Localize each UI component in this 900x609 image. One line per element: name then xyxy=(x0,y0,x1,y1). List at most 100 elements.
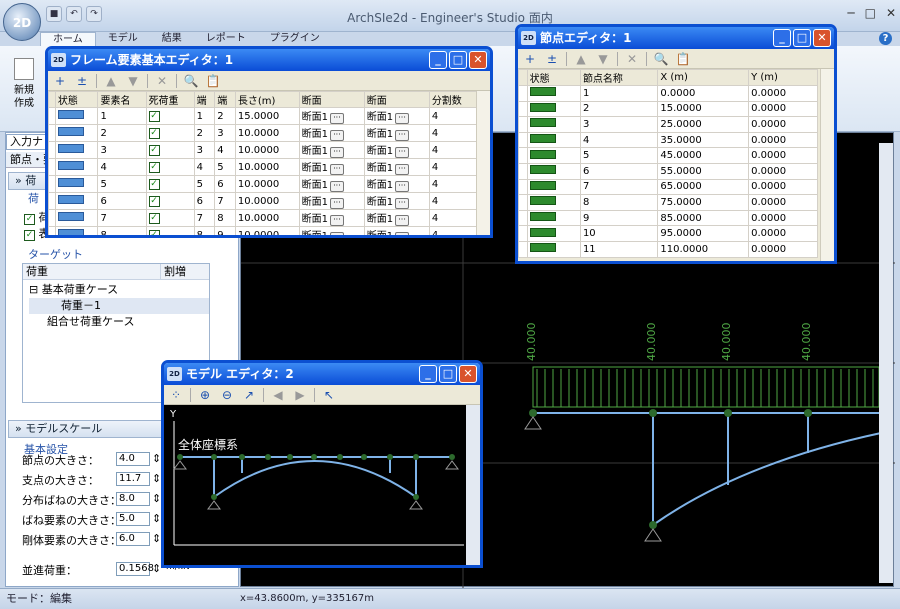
row-header[interactable] xyxy=(48,141,56,159)
end-j-cell[interactable]: 2 xyxy=(214,107,236,125)
division-cell[interactable]: 4 xyxy=(428,141,479,159)
row-header[interactable] xyxy=(518,85,528,102)
y-cell[interactable]: 0.0000 xyxy=(748,240,818,258)
paste-icon[interactable]: 📋 xyxy=(205,74,221,88)
end-i-cell[interactable]: 3 xyxy=(193,141,216,159)
spinner-icon[interactable]: ⇕ xyxy=(152,512,161,525)
section-cell[interactable]: 断面1··· xyxy=(363,124,430,142)
back-icon[interactable]: ◀ xyxy=(270,388,286,402)
close-icon[interactable]: ✕ xyxy=(886,6,896,20)
column-header[interactable]: Y (m) xyxy=(748,69,818,86)
row-header[interactable] xyxy=(518,147,528,164)
node-name-cell[interactable]: 11 xyxy=(579,240,659,258)
frame-editor-window[interactable]: 2D フレーム要素基本エディタ：1 _ □ ✕ + ± ▲ ▼ ✕ 🔍 📋 状態 要素名 死荷重… xyxy=(45,46,493,238)
checkbox-icon[interactable]: ✓ xyxy=(148,145,160,156)
end-i-cell[interactable]: 6 xyxy=(193,192,216,210)
x-cell[interactable]: 65.0000 xyxy=(657,178,750,196)
division-cell[interactable]: 4 xyxy=(428,192,479,210)
move-down-icon[interactable]: ▼ xyxy=(595,52,611,66)
add-icon[interactable]: + xyxy=(52,74,68,88)
element-name-cell[interactable]: 7 xyxy=(97,209,147,227)
node-name-cell[interactable]: 6 xyxy=(579,162,659,180)
browse-icon[interactable]: ··· xyxy=(395,215,410,226)
end-i-cell[interactable]: 4 xyxy=(193,158,216,176)
select-icon[interactable]: ⁘ xyxy=(168,388,184,402)
browse-icon[interactable]: ··· xyxy=(395,130,410,141)
scale-field-input[interactable]: 5.0 xyxy=(116,512,150,526)
section-cell[interactable]: 断面1··· xyxy=(298,175,365,193)
minimize-icon[interactable]: _ xyxy=(429,51,447,69)
section-cell[interactable]: 断面1··· xyxy=(363,107,430,125)
forward-icon[interactable]: ▶ xyxy=(292,388,308,402)
section-cell[interactable]: 断面1··· xyxy=(363,226,430,235)
browse-icon[interactable]: ··· xyxy=(329,130,344,141)
minimize-icon[interactable]: ─ xyxy=(847,6,854,20)
checkbox-icon[interactable]: ✓ xyxy=(148,128,160,139)
node-name-cell[interactable]: 5 xyxy=(579,147,659,164)
section-cell[interactable]: 断面1··· xyxy=(298,107,365,125)
row-header[interactable] xyxy=(518,100,528,118)
checkbox-icon[interactable]: ✓ xyxy=(148,111,160,122)
table-row[interactable]: 6 55.0000 0.0000 xyxy=(518,162,818,180)
y-cell[interactable]: 0.0000 xyxy=(748,194,818,211)
row-header[interactable] xyxy=(518,194,528,211)
scale-field-input[interactable]: 0.1568 xyxy=(116,562,154,576)
table-row[interactable]: 5 45.0000 0.0000 xyxy=(518,147,818,164)
column-header[interactable]: 断面 xyxy=(363,91,430,108)
spinner-icon[interactable]: ⇕ xyxy=(152,492,161,505)
column-header[interactable]: 長さ(m) xyxy=(234,91,300,108)
division-cell[interactable]: 4 xyxy=(428,175,479,193)
tab-model[interactable]: モデル xyxy=(96,32,150,46)
move-down-icon[interactable]: ▼ xyxy=(125,74,141,88)
scale-field-input[interactable]: 6.0 xyxy=(116,532,150,546)
length-cell[interactable]: 10.0000 xyxy=(234,124,300,142)
dead-load-cell[interactable]: ✓ xyxy=(145,158,195,176)
row-header[interactable] xyxy=(48,192,56,210)
tab-plugin[interactable]: プラグイン xyxy=(258,32,332,46)
node-name-cell[interactable]: 2 xyxy=(579,100,659,118)
x-cell[interactable]: 110.0000 xyxy=(657,240,750,258)
section-cell[interactable]: 断面1··· xyxy=(363,141,430,159)
node-editor-window[interactable]: 2D 節点エディタ：1 _ □ ✕ + ± ▲ ▼ ✕ 🔍 📋 状態 節点名称 X (m) Y (… xyxy=(515,24,837,264)
section-cell[interactable]: 断面1··· xyxy=(298,209,365,227)
checkbox-icon[interactable]: ✓ xyxy=(148,213,160,224)
node-name-cell[interactable]: 7 xyxy=(579,178,659,196)
section-cell[interactable]: 断面1··· xyxy=(298,141,365,159)
end-i-cell[interactable]: 7 xyxy=(193,209,216,227)
tab-report[interactable]: レポート xyxy=(194,32,258,46)
help-icon[interactable]: ? xyxy=(879,32,892,45)
column-header[interactable]: 死荷重 xyxy=(145,91,195,108)
add-icon[interactable]: + xyxy=(522,52,538,66)
browse-icon[interactable]: ··· xyxy=(329,232,344,235)
x-cell[interactable]: 85.0000 xyxy=(657,209,750,227)
division-cell[interactable]: 4 xyxy=(428,226,479,235)
scale-field-input[interactable]: 4.0 xyxy=(116,452,150,466)
node-name-cell[interactable]: 10 xyxy=(579,225,659,242)
spinner-icon[interactable]: ⇕ xyxy=(152,532,161,545)
spinner-icon[interactable]: ⇕ xyxy=(152,452,161,465)
tree-header-load[interactable]: 荷重 xyxy=(23,264,160,279)
element-name-cell[interactable]: 3 xyxy=(97,141,147,159)
length-cell[interactable]: 10.0000 xyxy=(234,175,300,193)
node-name-cell[interactable]: 9 xyxy=(579,209,659,227)
close-icon[interactable]: ✕ xyxy=(813,29,831,47)
table-row[interactable]: 2 15.0000 0.0000 xyxy=(518,100,818,118)
element-name-cell[interactable]: 1 xyxy=(97,107,147,125)
end-j-cell[interactable]: 7 xyxy=(214,192,236,210)
table-row[interactable]: 6 ✓ 6 7 10.0000 断面1 ··· 断面1 ··· 4 xyxy=(48,192,479,210)
insert-icon[interactable]: ± xyxy=(74,74,90,88)
element-name-cell[interactable]: 2 xyxy=(97,124,147,142)
dead-load-cell[interactable]: ✓ xyxy=(145,209,195,227)
delete-icon[interactable]: ✕ xyxy=(624,52,640,66)
end-j-cell[interactable]: 6 xyxy=(214,175,236,193)
table-row[interactable]: 8✓8910.0000断面1···断面1···4 xyxy=(48,226,479,235)
x-cell[interactable]: 55.0000 xyxy=(657,162,750,180)
row-header[interactable] xyxy=(518,240,528,258)
tree-item-combination-case[interactable]: 組合せ荷重ケース xyxy=(29,314,209,330)
table-row[interactable]: 8 75.0000 0.0000 xyxy=(518,194,818,211)
row-header[interactable] xyxy=(48,226,56,235)
search-icon[interactable]: 🔍 xyxy=(653,52,669,66)
scale-field-input[interactable]: 8.0 xyxy=(116,492,150,506)
length-cell[interactable]: 10.0000 xyxy=(234,158,300,176)
end-i-cell[interactable]: 8 xyxy=(193,226,216,235)
